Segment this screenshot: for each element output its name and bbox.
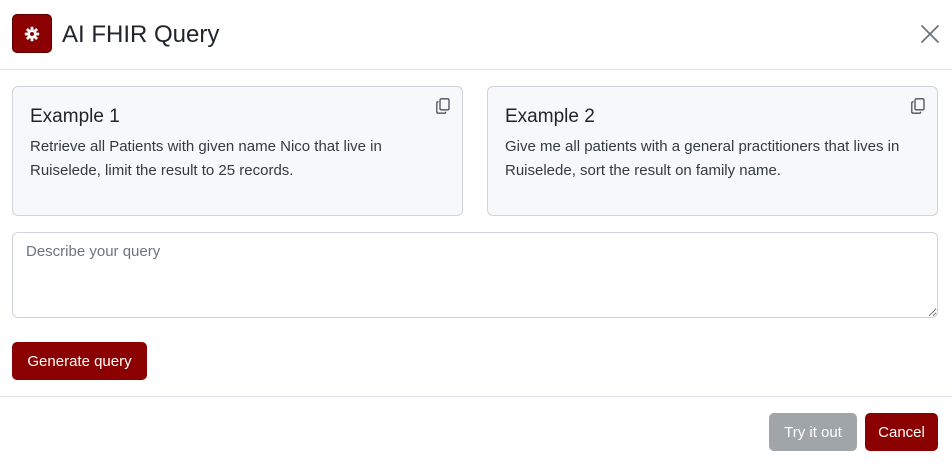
example-text: Retrieve all Patients with given name Ni…	[30, 138, 382, 179]
close-icon	[921, 25, 939, 43]
example-card-2: Example 2 Give me all patients with a ge…	[487, 86, 938, 216]
copy-icon	[436, 98, 450, 114]
dialog-header: AI FHIR Query	[0, 0, 952, 70]
example-text: Give me all patients with a general prac…	[505, 138, 900, 179]
example-card-1: Example 1 Retrieve all Patients with giv…	[12, 86, 463, 216]
copy-example-2-button[interactable]	[909, 97, 927, 115]
gear-icon	[12, 14, 52, 53]
generate-query-button[interactable]: Generate query	[12, 342, 147, 380]
dialog-title: AI FHIR Query	[62, 21, 220, 48]
example-title: Example 1	[30, 106, 120, 127]
try-it-out-button[interactable]: Try it out	[769, 413, 857, 451]
copy-icon	[911, 98, 925, 114]
close-button[interactable]	[916, 20, 944, 48]
query-input[interactable]	[12, 232, 938, 318]
cancel-button[interactable]: Cancel	[865, 413, 938, 451]
copy-example-1-button[interactable]	[434, 97, 452, 115]
example-title: Example 2	[505, 106, 595, 127]
